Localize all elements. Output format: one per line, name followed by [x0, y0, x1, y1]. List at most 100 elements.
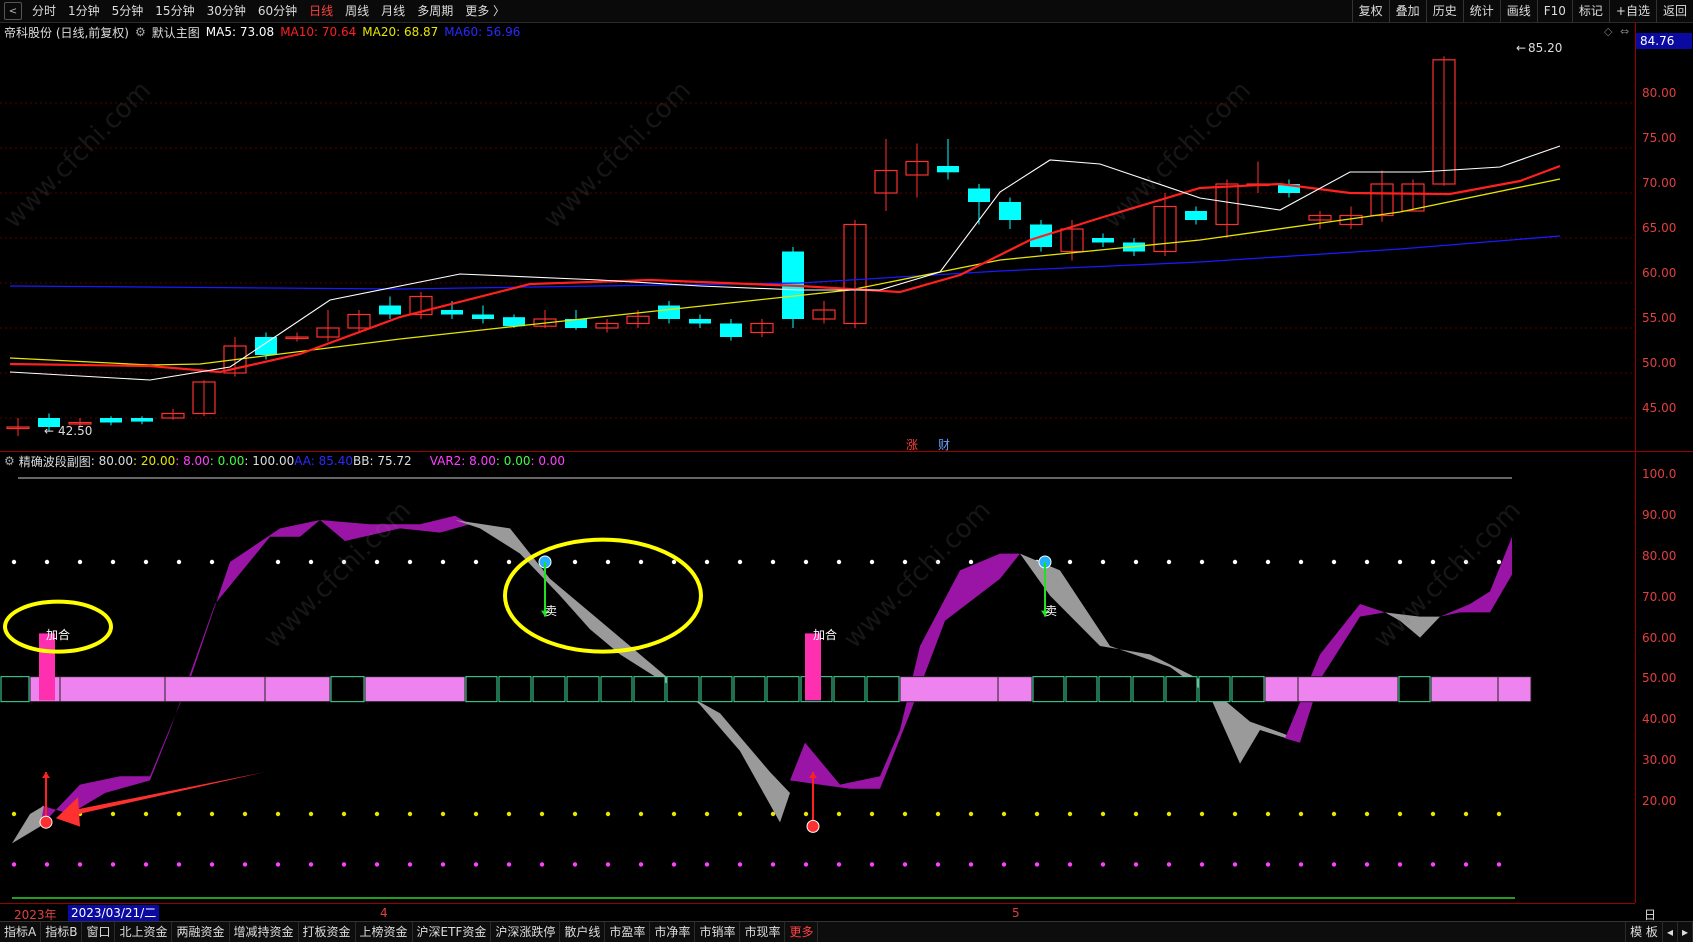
- draw-button[interactable]: 画线: [1499, 0, 1537, 22]
- level-80-dot: [704, 559, 710, 565]
- tab-15min[interactable]: 15分钟: [149, 0, 200, 22]
- wave-band-up: [1440, 536, 1512, 617]
- state-box: [0, 676, 30, 703]
- level-20-dot: [308, 811, 314, 817]
- diamond-icon[interactable]: ◇: [1604, 25, 1612, 38]
- tab-pb[interactable]: 市净率: [650, 922, 696, 942]
- level-8-dot: [869, 862, 875, 867]
- tab-indicator-a[interactable]: 指标A: [0, 922, 42, 942]
- tab-daily[interactable]: 日线: [303, 0, 339, 22]
- level-20-dot: [737, 811, 743, 817]
- high-price-label: 85.20: [1528, 41, 1563, 55]
- level-80-dot: [44, 559, 50, 565]
- level-80-dot: [968, 559, 974, 565]
- state-box: [833, 676, 866, 703]
- state-box: [465, 676, 498, 703]
- chart-name[interactable]: 默认主图: [152, 24, 200, 41]
- tab-retail-line[interactable]: 散户线: [560, 922, 606, 942]
- level-20-dot: [1001, 811, 1007, 817]
- tab-window[interactable]: 窗口: [82, 922, 116, 942]
- state-box: [1032, 676, 1065, 703]
- level-8-dot: [11, 862, 17, 867]
- indicator-axis: 100.0 90.00 80.00 70.00 60.00 50.00 40.0…: [1635, 452, 1693, 903]
- settings-icon[interactable]: ⚙: [135, 25, 146, 39]
- level-8-dot: [1133, 862, 1139, 867]
- tab-dragon-tiger[interactable]: 上榜资金: [356, 922, 413, 942]
- indicator-tick: 90.00: [1642, 508, 1677, 522]
- history-button[interactable]: 历史: [1425, 0, 1463, 22]
- template-button[interactable]: 模 板: [1625, 922, 1663, 942]
- add-watchlist-button[interactable]: +自选: [1608, 0, 1656, 22]
- tab-ps[interactable]: 市销率: [695, 922, 741, 942]
- tab-northbound[interactable]: 北上资金: [115, 922, 173, 942]
- level-20-dot: [935, 811, 941, 817]
- level-20-dot: [869, 811, 875, 817]
- main-chart-legend: 帝科股份 (日线,前复权) ⚙ 默认主图 MA5: 73.08 MA10: 70…: [0, 23, 526, 41]
- tab-etf-fund[interactable]: 沪深ETF资金: [413, 922, 492, 942]
- candle-body: [999, 202, 1021, 220]
- tab-holding-change[interactable]: 增减持资金: [230, 922, 299, 942]
- level-20-dot: [275, 811, 281, 817]
- add-position-bar: [39, 633, 55, 701]
- candle-body: [720, 323, 742, 337]
- state-box: [997, 676, 1033, 703]
- state-box: [1430, 676, 1499, 703]
- tab-weekly[interactable]: 周线: [339, 0, 375, 22]
- level-80-dot: [902, 559, 908, 565]
- tab-multi-period[interactable]: 多周期: [411, 0, 459, 22]
- expand-icon[interactable]: ⇔: [1620, 25, 1629, 38]
- state-box: [1231, 676, 1265, 703]
- tab-5min[interactable]: 5分钟: [106, 0, 150, 22]
- state-box: [633, 676, 666, 703]
- level-80-dot: [1463, 559, 1469, 565]
- level-80-dot: [869, 559, 875, 565]
- state-box: [600, 676, 633, 703]
- overlay-button[interactable]: 叠加: [1388, 0, 1426, 22]
- menu-toggle-icon[interactable]: <: [4, 2, 22, 20]
- cursor-date: 2023/03/21/二: [68, 905, 160, 921]
- tab-1min[interactable]: 1分钟: [62, 0, 106, 22]
- tab-more[interactable]: 更多: [785, 922, 819, 942]
- wave-band-down: [1385, 612, 1440, 638]
- level-8-dot: [506, 862, 512, 867]
- level-8-dot: [539, 862, 545, 867]
- level-20-dot: [704, 811, 710, 817]
- indicator-tick: 100.0: [1642, 467, 1677, 481]
- level-20-dot: [110, 811, 116, 817]
- level-20-dot: [473, 811, 479, 817]
- indicator-tick: 20.00: [1642, 794, 1677, 808]
- level-20-dot: [1232, 811, 1238, 817]
- wave-band-down: [1020, 553, 1300, 764]
- scroll-left-button[interactable]: ◂: [1663, 922, 1678, 942]
- candle-body: [379, 305, 401, 315]
- tab-timeshare[interactable]: 分时: [26, 0, 62, 22]
- tab-limit-stats[interactable]: 沪深涨跌停: [491, 922, 561, 942]
- wave-indicator-chart: [0, 477, 1532, 899]
- ma60-value: MA60: 56.96: [444, 25, 521, 39]
- tab-30min[interactable]: 30分钟: [201, 0, 252, 22]
- level-20-dot: [1331, 811, 1337, 817]
- tab-indicator-b[interactable]: 指标B: [41, 922, 83, 942]
- indicator-tab-bar: 指标A 指标B 窗口 北上资金 两融资金 增减持资金 打板资金 上榜资金 沪深E…: [0, 921, 1693, 942]
- level-20-dot: [11, 811, 17, 817]
- level-20-dot: [143, 811, 149, 817]
- back-button[interactable]: 返回: [1655, 0, 1693, 22]
- tab-60min[interactable]: 60分钟: [252, 0, 303, 22]
- tab-more[interactable]: 更多 〉: [459, 0, 511, 22]
- level-20-dot: [1463, 811, 1469, 817]
- level-80-dot: [308, 559, 314, 565]
- f10-button[interactable]: F10: [1536, 0, 1572, 22]
- stats-button[interactable]: 统计: [1462, 0, 1500, 22]
- tab-pcf[interactable]: 市现率: [740, 922, 786, 942]
- level-80-dot: [671, 559, 677, 565]
- tab-monthly[interactable]: 月线: [375, 0, 411, 22]
- mark-button[interactable]: 标记: [1571, 0, 1609, 22]
- tab-pe[interactable]: 市盈率: [605, 922, 651, 942]
- tab-limit-fund[interactable]: 打板资金: [299, 922, 356, 942]
- indicator-tick: 50.00: [1642, 671, 1677, 685]
- scroll-right-button[interactable]: ▸: [1678, 922, 1693, 942]
- adjust-button[interactable]: 复权: [1351, 0, 1389, 22]
- level-20-dot: [176, 811, 182, 817]
- tab-margin[interactable]: 两融资金: [172, 922, 230, 942]
- low-arrow-icon: ←: [44, 424, 55, 438]
